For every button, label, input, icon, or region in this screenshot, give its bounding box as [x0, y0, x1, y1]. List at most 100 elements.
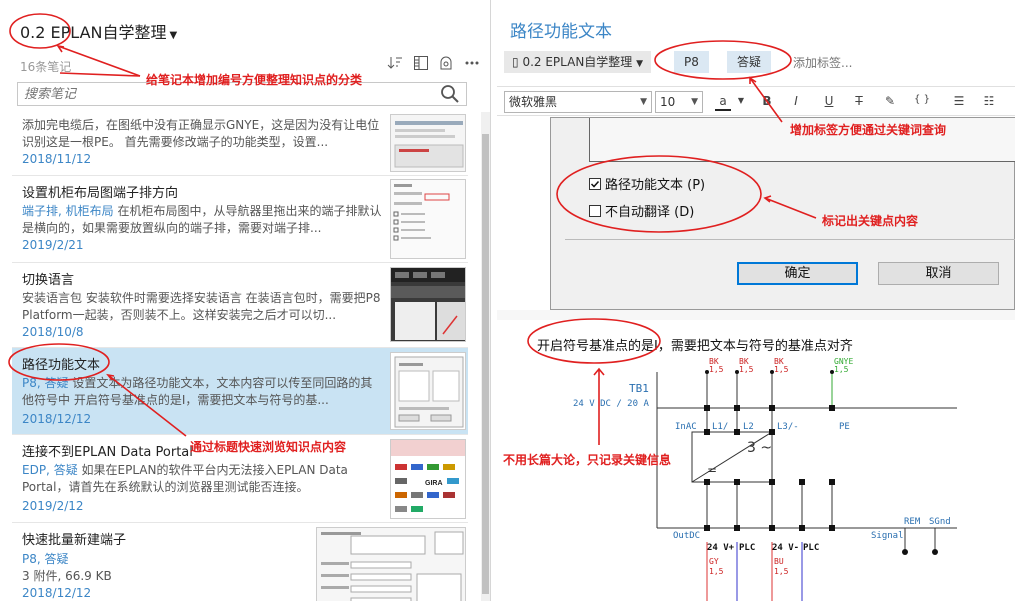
highlight-button[interactable]: ✎	[882, 94, 898, 108]
strikethrough-button[interactable]: T	[851, 94, 867, 108]
reminder-icon[interactable]	[437, 55, 455, 73]
chevron-down-icon: ▼	[169, 30, 178, 41]
checkbox-icon	[589, 205, 601, 217]
note-thumbnail: GIRA	[390, 439, 466, 519]
annotation-numbering: 给笔记本增加编号方便整理知识点的分类	[146, 73, 363, 87]
dc-symbol: =	[707, 463, 717, 477]
note-list: 添加完电缆后，在图纸中没有正确显示GNYE，这是因为没有让电位识别这是一根PE。…	[12, 112, 468, 601]
tag-pill[interactable]: P8	[674, 51, 709, 73]
input-label: L3/-	[777, 422, 799, 432]
note-snippet: EDP, 答疑 如果在EPLAN的软件平台内无法接入EPLAN Data Por…	[22, 462, 384, 496]
notebook-icon: ▯	[512, 55, 519, 69]
code-block-button[interactable]: { }	[911, 94, 933, 105]
wire-size: 1,5	[709, 567, 724, 576]
notebook-title: 0.2 EPLAN自学整理	[20, 23, 167, 42]
more-options-icon[interactable]	[463, 55, 481, 73]
gira-logo: GIRA	[425, 480, 443, 487]
plc-label: PLC	[739, 543, 755, 553]
notes-list-panel: 0.2 EPLAN自学整理▼ 16条笔记 添加完电缆后，在图纸中没有正确显示GN…	[0, 0, 491, 601]
note-date: 2018/12/12	[22, 586, 92, 600]
note-date: 2019/2/21	[22, 238, 84, 252]
note-snippet: 安装语言包 安装软件时需要选择安装语言 在装语言包时，需要把P8 Platfor…	[22, 291, 381, 322]
numbered-list-button[interactable]: ☷	[981, 94, 997, 108]
notebook-selector[interactable]: 0.2 EPLAN自学整理 ▼	[20, 19, 177, 43]
note-title-field[interactable]: 路径功能文本	[510, 17, 612, 42]
v-minus-label: 24 V-	[772, 543, 799, 553]
note-thumbnail	[390, 352, 466, 430]
input-label: InAC	[675, 422, 697, 432]
chevron-down-icon: ▼	[640, 97, 647, 107]
annotation-browse: 通过标题快速浏览知识点内容	[190, 440, 347, 454]
outdc-label: OutDC	[673, 531, 700, 541]
note-snippet: P8, 答疑 设置文本为路径功能文本，文本内容可以传至同回路的其他符号中 开启符…	[22, 375, 384, 409]
input-label: L1/	[712, 422, 728, 432]
v-plus-label: 24 V+	[707, 543, 735, 553]
annotation-brief: 不用长篇大论，只记录关键信息	[503, 453, 672, 467]
input-label: L2	[743, 422, 754, 432]
note-title: 快速批量新建端子	[22, 533, 127, 548]
note-thumbnail	[390, 114, 466, 172]
checked-box-icon	[589, 178, 601, 190]
wire-label: BK 1,5	[709, 357, 724, 374]
chevron-down-icon[interactable]: ▼	[733, 96, 749, 105]
checkbox-no-translate: 不自动翻译 (D)	[589, 201, 694, 220]
sort-icon[interactable]	[386, 55, 404, 73]
font-family-select[interactable]: 微软雅黑 ▼	[504, 91, 652, 113]
notebook-pill-label: 0.2 EPLAN自学整理	[522, 55, 633, 69]
note-title: 连接不到EPLAN Data Portal	[22, 445, 193, 460]
note-editor-panel: 路径功能文本 ▯ 0.2 EPLAN自学整理 ▼ P8 答疑 添加标签... 微…	[497, 0, 1015, 601]
font-family-value: 微软雅黑	[509, 95, 558, 109]
voltage-label: 24 V DC / 20 A	[573, 399, 649, 409]
add-tag-input[interactable]: 添加标签...	[793, 54, 852, 71]
note-date: 2018/10/8	[22, 325, 84, 339]
note-thumbnail	[390, 267, 466, 342]
format-toolbar: 微软雅黑 ▼ 10 ▼ a ▼ B I U T ✎ { } ☰ ☷	[497, 86, 1015, 116]
list-item-selected[interactable]: 路径功能文本 P8, 答疑 设置文本为路径功能文本，文本内容可以传至同回路的其他…	[12, 348, 468, 435]
note-thumbnail	[316, 527, 466, 601]
annotation-tags: 增加标签方便通过关键词查询	[790, 123, 947, 137]
note-date: 2018/11/12	[22, 152, 92, 166]
list-item[interactable]: 设置机柜布局图端子排方向 端子排, 机柜布局 在机柜布局图中，从导航器里拖出来的…	[12, 176, 468, 263]
note-title: 路径功能文本	[22, 358, 101, 373]
list-item[interactable]: 切换语言 安装语言包 安装软件时需要选择安装语言 在装语言包时，需要把P8 Pl…	[12, 263, 468, 348]
note-snippet: 端子排, 机柜布局 在机柜布局图中，从导航器里拖出来的端子排默认是横向的，如果需…	[22, 203, 384, 237]
plc-label: PLC	[803, 543, 819, 553]
wire-label: BK 1,5	[774, 357, 789, 374]
wire-label: GNYE 1,5	[834, 357, 853, 374]
dialog-divider	[565, 239, 1015, 240]
note-tags: EDP, 答疑	[22, 463, 78, 477]
font-color-button[interactable]: a	[715, 94, 731, 111]
bold-button[interactable]: B	[759, 94, 775, 108]
note-body[interactable]: 路径功能文本 (P) 不自动翻译 (D) 确定 取消 开启符号基准点的是I，需要…	[497, 117, 1015, 601]
tag-pill[interactable]: 答疑	[727, 51, 772, 73]
view-toggle-icon[interactable]	[412, 55, 430, 73]
checkbox-path-function-text: 路径功能文本 (P)	[589, 174, 705, 193]
note-snippet-text: 设置文本为路径功能文本，文本内容可以传至同回路的其他符号中 开启符号基准点的是I…	[22, 376, 373, 407]
sgnd-label: SGnd	[929, 517, 951, 527]
note-tags: P8, 答疑	[22, 376, 69, 390]
bullet-list-button[interactable]: ☰	[951, 94, 967, 108]
scrollbar-thumb[interactable]	[482, 134, 489, 594]
list-item[interactable]: 添加完电缆后，在图纸中没有正确显示GNYE，这是因为没有让电位识别这是一根PE。…	[12, 112, 468, 176]
note-thumbnail	[390, 179, 466, 259]
checkbox-label: 不自动翻译 (D)	[605, 205, 695, 220]
chevron-down-icon: ▼	[691, 97, 698, 107]
notebook-pill[interactable]: ▯ 0.2 EPLAN自学整理 ▼	[504, 51, 652, 73]
wire-size: 1,5	[774, 567, 789, 576]
note-date: 2018/12/12	[22, 412, 92, 426]
font-size-select[interactable]: 10 ▼	[655, 91, 703, 113]
underline-button[interactable]: U	[821, 94, 837, 108]
note-title: 设置机柜布局图端子排方向	[22, 186, 179, 201]
dialog-cancel-button: 取消	[878, 262, 999, 285]
rem-label: REM	[904, 517, 921, 527]
wire-color-bu: BU	[774, 557, 784, 566]
note-snippet: 添加完电缆后，在图纸中没有正确显示GNYE，这是因为没有让电位识别这是一根PE。…	[22, 118, 380, 149]
search-icon[interactable]	[440, 84, 460, 104]
italic-button[interactable]: I	[788, 94, 804, 108]
list-item[interactable]: 快速批量新建端子 P8, 答疑 3 附件, 66.9 KB 2018/12/12	[12, 523, 468, 601]
note-title: 切换语言	[22, 273, 75, 288]
input-label: PE	[839, 422, 850, 432]
note-list-scrollbar[interactable]	[481, 112, 490, 601]
wire-label: BK 1,5	[739, 357, 754, 374]
tb-label: TB1	[629, 382, 649, 395]
